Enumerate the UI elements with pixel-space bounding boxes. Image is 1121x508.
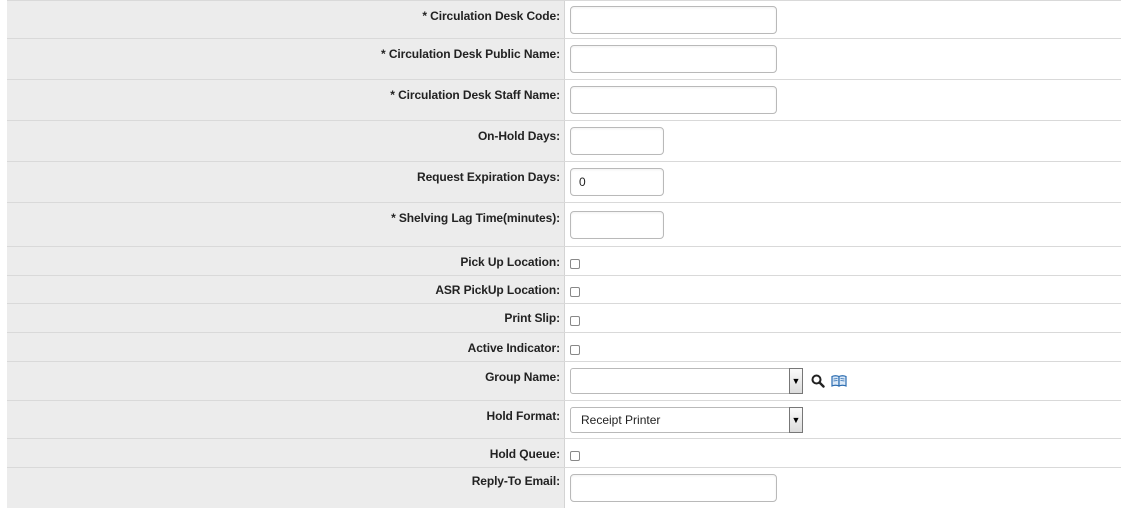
hold-format-selected-value: Receipt Printer (581, 412, 661, 427)
row-active-indicator: Active Indicator: (7, 333, 1121, 362)
field-cell (565, 80, 1121, 120)
shelving-lag-time-input[interactable] (570, 210, 664, 239)
row-circulation-desk-staff-name: * Circulation Desk Staff Name: (7, 80, 1121, 121)
field-label: Pick Up Location: (7, 247, 565, 275)
book-icon[interactable] (831, 375, 847, 387)
field-label: Hold Queue: (7, 439, 565, 467)
field-label: On-Hold Days: (7, 121, 565, 161)
field-cell (565, 439, 1121, 467)
row-asr-pickup-location: ASR PickUp Location: (7, 276, 1121, 304)
field-label: * Shelving Lag Time(minutes): (7, 203, 565, 246)
on-hold-days-input[interactable] (570, 127, 664, 155)
active-indicator-checkbox[interactable] (570, 344, 580, 355)
field-cell (565, 468, 1121, 508)
field-cell (565, 247, 1121, 275)
row-print-slip: Print Slip: (7, 304, 1121, 333)
row-on-hold-days: On-Hold Days: (7, 121, 1121, 162)
hold-format-select[interactable]: Receipt Printer ▼ (570, 406, 803, 433)
asr-pickup-location-checkbox[interactable] (570, 287, 580, 297)
dropdown-arrow-icon[interactable]: ▼ (789, 406, 803, 433)
field-label: * Circulation Desk Public Name: (7, 39, 565, 79)
field-label: Group Name: (7, 362, 565, 400)
field-cell (565, 121, 1121, 161)
search-icon[interactable] (811, 374, 825, 388)
circulation-desk-staff-name-input[interactable] (570, 86, 777, 114)
row-shelving-lag-time: * Shelving Lag Time(minutes): (7, 203, 1121, 247)
row-group-name: Group Name: ▼ (7, 362, 1121, 401)
circulation-desk-code-input[interactable] (570, 5, 777, 34)
circulation-desk-public-name-input[interactable] (570, 45, 777, 73)
field-label: * Circulation Desk Code: (7, 1, 565, 38)
request-expiration-days-input[interactable] (570, 168, 664, 196)
field-cell (565, 1, 1121, 38)
row-reply-to-email: Reply-To Email: (7, 468, 1121, 508)
row-hold-format: Hold Format: Receipt Printer ▼ (7, 401, 1121, 439)
field-label: Request Expiration Days: (7, 162, 565, 202)
row-hold-queue: Hold Queue: (7, 439, 1121, 468)
circulation-desk-form: * Circulation Desk Code: * Circulation D… (7, 0, 1121, 508)
field-cell: Receipt Printer ▼ (565, 401, 1121, 438)
row-circulation-desk-public-name: * Circulation Desk Public Name: (7, 39, 1121, 80)
field-label: Hold Format: (7, 401, 565, 438)
field-label: Reply-To Email: (7, 468, 565, 508)
field-label: * Circulation Desk Staff Name: (7, 80, 565, 120)
row-pick-up-location: Pick Up Location: (7, 247, 1121, 276)
field-cell (565, 333, 1121, 361)
hold-queue-checkbox[interactable] (570, 450, 580, 461)
dropdown-arrow-icon[interactable]: ▼ (789, 368, 803, 394)
field-cell: ▼ (565, 362, 1121, 400)
field-cell (565, 304, 1121, 332)
field-label: Print Slip: (7, 304, 565, 332)
field-cell (565, 39, 1121, 79)
field-cell (565, 162, 1121, 202)
reply-to-email-input[interactable] (570, 474, 777, 502)
row-circulation-desk-code: * Circulation Desk Code: (7, 0, 1121, 39)
pick-up-location-checkbox[interactable] (570, 258, 580, 269)
field-label: ASR PickUp Location: (7, 276, 565, 303)
field-label: Active Indicator: (7, 333, 565, 361)
group-name-select[interactable]: ▼ (570, 368, 803, 394)
print-slip-checkbox[interactable] (570, 315, 580, 326)
field-cell (565, 276, 1121, 303)
row-request-expiration-days: Request Expiration Days: (7, 162, 1121, 203)
field-cell (565, 203, 1121, 246)
